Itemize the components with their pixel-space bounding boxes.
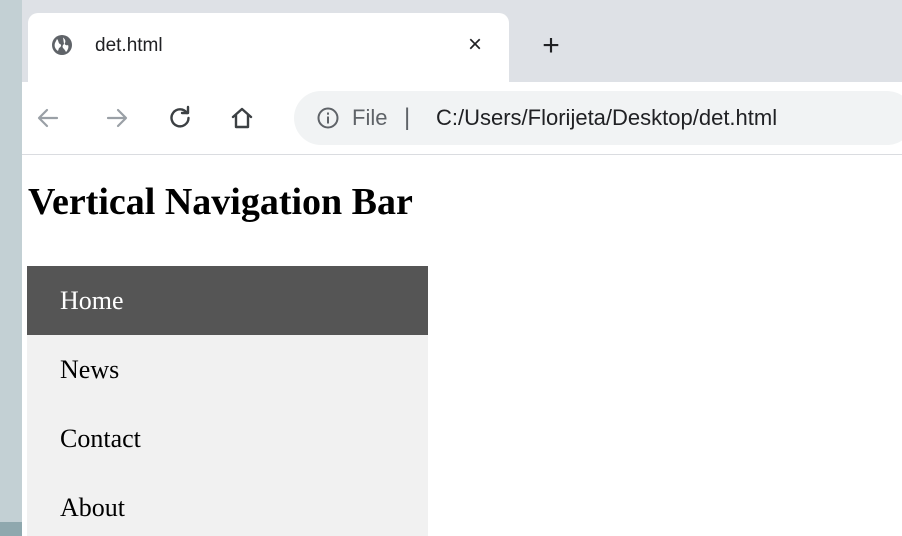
tab-strip: det.html × + — [22, 0, 902, 83]
reload-icon — [170, 105, 190, 128]
address-url[interactable]: C:/Users/Florijeta/Desktop/det.html — [436, 104, 777, 132]
home-icon — [231, 107, 253, 129]
nav-item-news: News — [27, 335, 428, 404]
globe-icon — [52, 35, 72, 55]
arrow-left-icon — [37, 108, 59, 128]
nav-item-home: Home — [27, 266, 428, 335]
new-tab-button[interactable]: + — [537, 31, 565, 61]
nav-link-contact[interactable]: Contact — [27, 404, 428, 473]
page-title: Vertical Navigation Bar — [28, 181, 413, 223]
desktop-taskbar-edge — [0, 522, 22, 536]
desktop-background — [0, 0, 22, 536]
arrow-right-icon — [106, 108, 128, 128]
address-scheme-label: File — [352, 105, 388, 130]
page-content: Vertical Navigation Bar Home News Contac… — [22, 155, 902, 536]
back-button[interactable] — [32, 102, 64, 134]
home-button[interactable] — [226, 102, 258, 134]
browser-toolbar: File | C:/Users/Florijeta/Desktop/det.ht… — [22, 82, 902, 155]
reload-button[interactable] — [164, 102, 196, 134]
nav-item-about: About — [27, 473, 428, 536]
active-tab[interactable]: det.html × — [28, 13, 509, 83]
info-icon — [317, 107, 339, 129]
nav-link-about[interactable]: About — [27, 473, 428, 536]
tab-title: det.html — [95, 35, 163, 56]
tab-close-button[interactable]: × — [463, 32, 487, 58]
address-separator: | — [404, 104, 411, 131]
nav-item-contact: Contact — [27, 404, 428, 473]
nav-link-home[interactable]: Home — [27, 266, 428, 335]
vertical-nav: Home News Contact About — [27, 266, 428, 536]
address-bar[interactable]: File | C:/Users/Florijeta/Desktop/det.ht… — [294, 91, 902, 145]
browser-window: det.html × + File | C:/Users/Florijeta/D… — [22, 0, 902, 536]
forward-button[interactable] — [101, 102, 133, 134]
nav-link-news[interactable]: News — [27, 335, 428, 404]
